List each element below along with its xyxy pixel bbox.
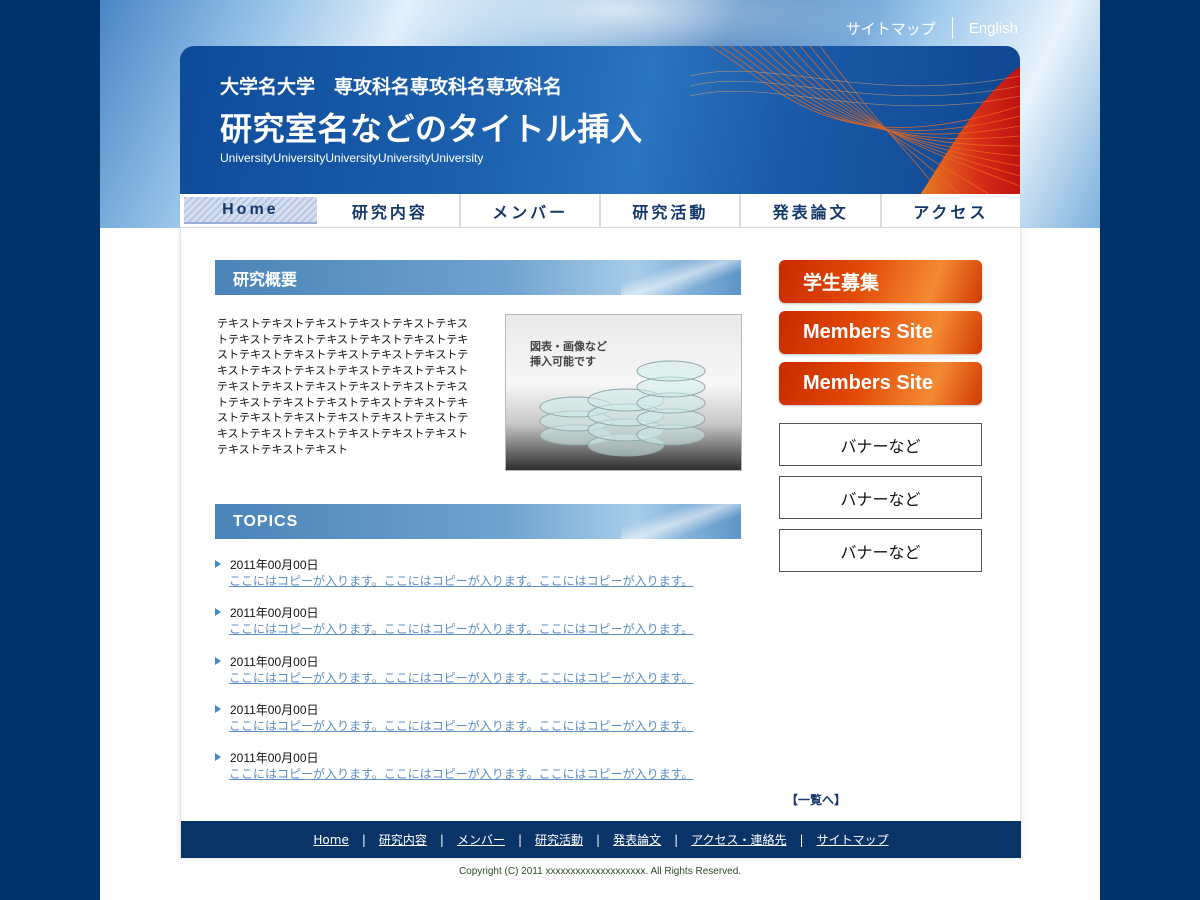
footer-nav: Home | 研究内容 | メンバー | 研究活動 | 発表論文 | アクセス・… [181,821,1021,858]
tab-papers[interactable]: 発表論文 [741,194,882,227]
triangle-bullet-icon [215,656,221,665]
list-item: 2011年00月00日 ここにはコピーが入ります。ここにはコピーが入ります。ここ… [215,701,745,749]
footer-separator: | [596,832,601,847]
topic-date: 2011年00月00日 [230,702,319,717]
topic-date: 2011年00月00日 [230,751,319,766]
triangle-bullet-icon [215,608,221,617]
topic-link[interactable]: ここにはコピーが入ります。ここにはコピーが入ります。ここにはコピーが入ります。 [229,669,693,686]
footer-link-access[interactable]: アクセス・連絡先 [691,831,786,848]
footer-separator: | [674,832,679,847]
members-site-button-2[interactable]: Members Site [779,362,982,405]
topic-date: 2011年00月00日 [230,558,319,572]
footer-link-papers[interactable]: 発表論文 [613,831,661,848]
overview-heading: 研究概要 [215,260,741,295]
footer-separator: | [361,832,366,847]
topics-heading: TOPICS [215,504,741,539]
tab-activities[interactable]: 研究活動 [601,194,742,227]
topics-more-link[interactable]: 【一覧へ】 [786,791,846,808]
topic-link[interactable]: ここにはコピーが入ります。ここにはコピーが入ります。ここにはコピーが入ります。 [229,765,693,782]
footer-link-activities[interactable]: 研究活動 [535,831,583,848]
copyright: Copyright (C) 2011 xxxxxxxxxxxxxxxxxxxx.… [458,866,742,877]
banner-placeholder[interactable]: バナーなど [779,476,982,519]
footer-link-sitemap[interactable]: サイトマップ [817,831,889,848]
list-item: 2011年00月00日 ここにはコピーが入ります。ここにはコピーが入ります。ここ… [215,653,745,701]
figure-caption-line-1: 図表・画像など [530,340,607,353]
page: サイトマップ English 大学名大学 専攻科名専攻科名専攻科名 研究室名など… [100,0,1100,900]
footer-link-members[interactable]: メンバー [457,831,505,848]
topic-date: 2011年00月00日 [230,606,319,621]
tab-home[interactable]: Home [184,197,317,224]
triangle-bullet-icon [215,560,221,568]
members-site-button[interactable]: Members Site [779,311,982,354]
overview-text: テキストテキストテキストテキストテキストテキストテキストテキストテキストテキスト… [217,317,469,456]
main-nav: Home 研究内容 メンバー 研究活動 発表論文 アクセス [180,194,1020,228]
topic-link[interactable]: ここにはコピーが入ります。ここにはコピーが入ります。ここにはコピーが入ります。 [229,620,693,637]
footer-separator: | [517,832,522,847]
topic-link[interactable]: ここにはコピーが入ります。ここにはコピーが入ります。ここにはコピーが入ります。 [229,572,693,589]
footer-separator: | [799,832,804,847]
topics-list: 2011年00月00日 ここにはコピーが入ります。ここにはコピーが入ります。ここ… [215,556,745,797]
list-item: 2011年00月00日 ここにはコピーが入ります。ここにはコピーが入ります。ここ… [215,749,745,797]
figure-caption: 図表・画像など 挿入可能です [530,339,607,369]
topic-link[interactable]: ここにはコピーが入ります。ここにはコピーが入ります。ここにはコピーが入ります。 [229,717,693,734]
topic-date: 2011年00月00日 [230,654,319,669]
header-subtitle: UniversityUniversityUniversityUniversity… [220,151,484,165]
figure-image: 図表・画像など 挿入可能です [505,314,742,471]
recruit-button[interactable]: 学生募集 [779,260,982,303]
triangle-bullet-icon [215,753,221,762]
top-links: サイトマップ English [846,16,1018,40]
wave-graphic-icon [690,46,1020,195]
list-item: 2011年00月00日 ここにはコピーが入ります。ここにはコピーが入ります。ここ… [215,556,745,604]
tab-access[interactable]: アクセス [881,194,1020,227]
figure-caption-line-2: 挿入可能です [530,355,596,368]
lab-title: 研究室名などのタイトル挿入 [220,110,643,148]
tab-members[interactable]: メンバー [460,194,602,227]
triangle-bullet-icon [215,704,221,713]
top-links-divider [951,17,953,39]
list-item: 2011年00月00日 ここにはコピーが入ります。ここにはコピーが入ります。ここ… [215,604,745,652]
footer-link-home[interactable]: Home [313,833,348,847]
sitemap-link[interactable]: サイトマップ [846,18,936,39]
footer-link-research[interactable]: 研究内容 [379,831,427,848]
tab-research[interactable]: 研究内容 [320,194,461,227]
footer-separator: | [439,832,444,847]
header-banner: 大学名大学 専攻科名専攻科名専攻科名 研究室名などのタイトル挿入 Univers… [180,46,1020,195]
university-name: 大学名大学 専攻科名専攻科名専攻科名 [220,76,563,98]
banner-placeholder[interactable]: バナーなど [779,423,982,466]
banner-placeholder[interactable]: バナーなど [779,529,982,572]
english-link[interactable]: English [969,20,1018,37]
